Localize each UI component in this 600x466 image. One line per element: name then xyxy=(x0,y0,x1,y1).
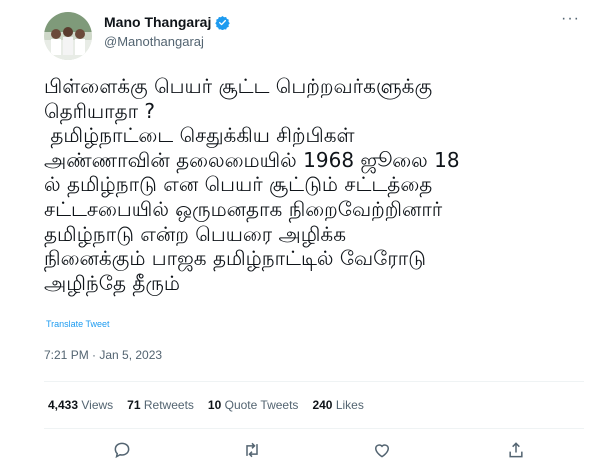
retweets-stat[interactable]: 71 Retweets xyxy=(127,398,194,412)
divider xyxy=(44,381,584,382)
tweet-text-line: தெரியாதா ? xyxy=(44,98,156,123)
reply-button[interactable] xyxy=(112,440,136,464)
retweet-icon xyxy=(246,442,258,458)
more-options-icon[interactable]: ··· xyxy=(561,10,580,28)
verified-badge-icon xyxy=(215,15,231,30)
author-name[interactable]: Mano Thangaraj xyxy=(104,14,211,30)
tweet-text-line: அண்ணாவின் தலைமையில் 1968 ஜூலை 18 xyxy=(44,147,460,172)
author-handle[interactable]: @Manothangaraj xyxy=(104,34,204,49)
likes-count: 240 xyxy=(312,398,333,412)
tweet-text: பிள்ளைக்கு பெயர் சூட்ட பெற்றவர்களுக்கு த… xyxy=(44,74,584,295)
tweet-text-line: தமிழ்நாட்டை செதுக்கிய சிற்பிகள் xyxy=(44,123,355,148)
tweet-text-line: சட்டசபையில் ஒருமனதாக நிறைவேற்றினார் xyxy=(44,196,443,221)
retweet-button[interactable] xyxy=(242,440,266,464)
share-icon xyxy=(509,442,523,458)
quote-tweets-label: Quote Tweets xyxy=(224,398,299,412)
quote-tweets-stat[interactable]: 10 Quote Tweets xyxy=(208,398,299,412)
timestamp[interactable]: 7:21 PM · Jan 5, 2023 xyxy=(44,348,162,362)
tweet-text-line: தமிழ்நாடு என்ற பெயரை அழிக்க xyxy=(44,221,346,246)
avatar[interactable] xyxy=(44,12,92,60)
tweet-actions xyxy=(44,440,584,464)
tweet-text-line: அழிந்தே தீரும் xyxy=(44,270,180,295)
divider xyxy=(44,428,584,429)
share-button[interactable] xyxy=(506,440,530,464)
likes-label: Likes xyxy=(335,398,364,412)
views-label: Views xyxy=(81,398,114,412)
likes-stat[interactable]: 240 Likes xyxy=(312,398,363,412)
tweet-text-line: பிள்ளைக்கு பெயர் சூட்ட பெற்றவர்களுக்கு xyxy=(44,74,433,98)
translate-tweet-link[interactable]: Translate Tweet xyxy=(46,319,110,329)
heart-icon xyxy=(374,444,390,458)
retweets-count: 71 xyxy=(127,398,141,412)
retweets-label: Retweets xyxy=(143,398,194,412)
avatar-image xyxy=(44,12,92,60)
quote-tweets-count: 10 xyxy=(207,398,222,412)
tweet-text-line: ல் தமிழ்நாடு என பெயர் சூட்டும் சட்டத்தை xyxy=(44,172,433,197)
tweet-text-line: நினைக்கும் பாஜக தமிழ்நாட்டில் வேரோடு xyxy=(44,246,427,271)
author-row[interactable]: Mano Thangaraj xyxy=(104,14,231,30)
views-count: 4,433 xyxy=(48,398,79,412)
stats-row: 4,433 Views 71 Retweets 10 Quote Tweets … xyxy=(48,398,378,412)
reply-icon xyxy=(114,442,130,459)
like-button[interactable] xyxy=(372,440,396,464)
views-stat[interactable]: 4,433 Views xyxy=(48,398,113,412)
